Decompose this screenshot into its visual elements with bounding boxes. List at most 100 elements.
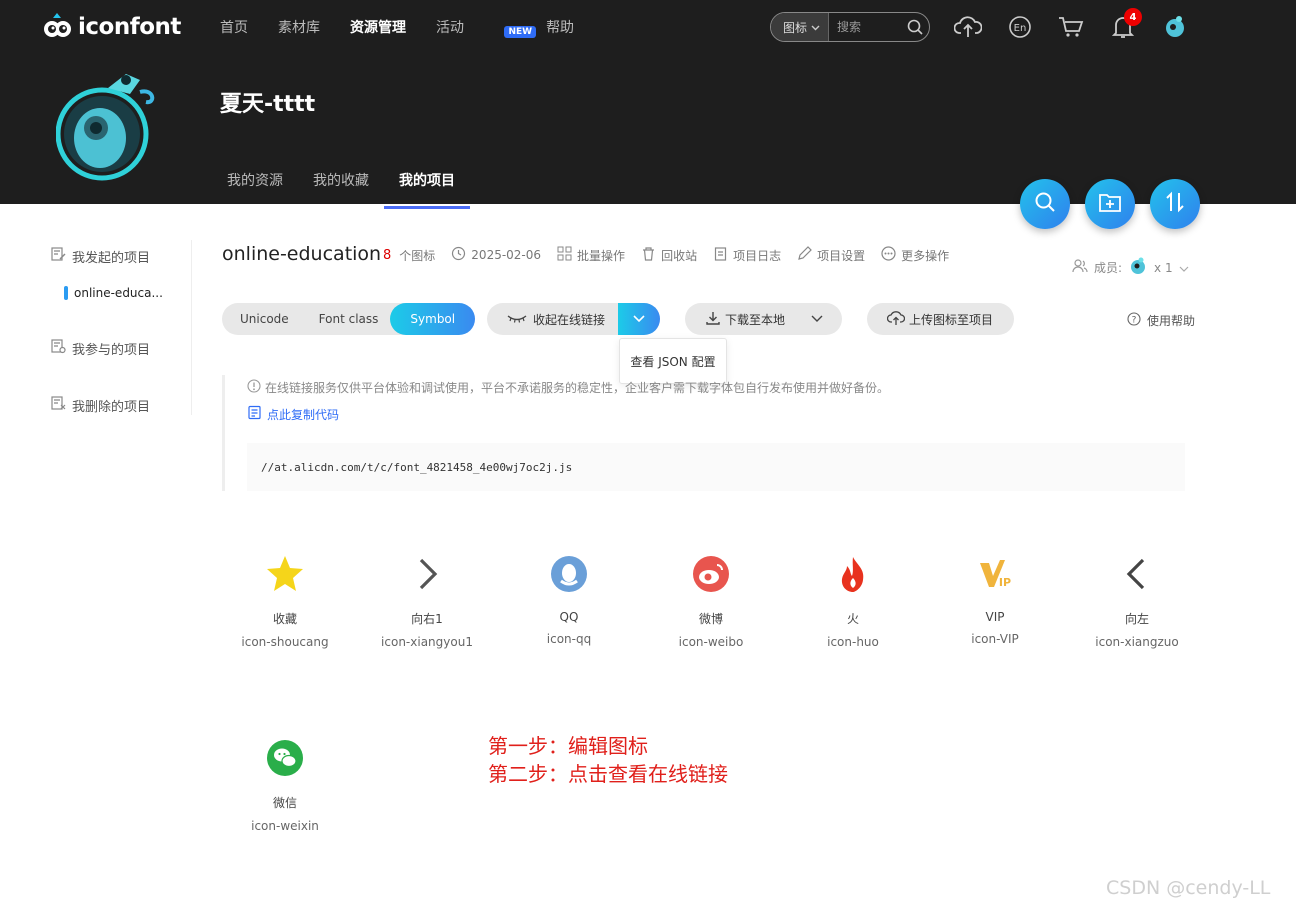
icon-code: icon-huo: [827, 635, 879, 649]
project-date: 2025-02-06: [451, 246, 541, 264]
project-meta: 8 个图标 2025-02-06 批量操作 回收站 项目日志 项目设置 更多操作: [383, 246, 949, 264]
more-actions-button[interactable]: 更多操作: [881, 246, 949, 264]
edit-doc-icon: [50, 246, 66, 266]
search-project-button[interactable]: [1020, 179, 1070, 229]
format-font-class[interactable]: Font class: [307, 303, 391, 335]
project-members[interactable]: 成员: x 1: [1072, 256, 1189, 279]
icon-card-huo[interactable]: 火 icon-huo: [783, 552, 923, 649]
instruction-annotation: 第一步：编辑图标 第二步：点击查看在线链接: [488, 732, 728, 788]
icon-name: 火: [846, 612, 859, 626]
new-project-button[interactable]: [1085, 179, 1135, 229]
icon-code: icon-xiangzuo: [1095, 635, 1179, 649]
format-symbol[interactable]: Symbol: [390, 303, 476, 335]
main-nav: 首页 素材库 资源管理 活动 NEW 帮助: [220, 17, 574, 38]
chevron-left-icon: [1115, 552, 1159, 596]
members-count: x 1: [1154, 260, 1173, 275]
icon-name: QQ: [559, 610, 579, 624]
more-actions-label: 更多操作: [901, 248, 950, 263]
annotation-step2: 第二步：点击查看在线链接: [488, 762, 728, 786]
icon-name: 微信: [272, 796, 297, 810]
svg-text:?: ?: [1132, 316, 1137, 326]
icon-card-qq[interactable]: QQ icon-qq: [499, 552, 639, 646]
wechat-icon: [263, 736, 307, 780]
upload-cloud-icon[interactable]: [953, 12, 983, 42]
usage-help-link[interactable]: ? 使用帮助: [1127, 312, 1195, 329]
nav-home[interactable]: 首页: [220, 17, 248, 37]
icon-code: icon-VIP: [971, 632, 1019, 646]
search-icon[interactable]: [901, 19, 929, 35]
tab-my-favorites[interactable]: 我的收藏: [298, 156, 384, 209]
format-unicode[interactable]: Unicode: [222, 303, 307, 335]
member-avatar: [1128, 256, 1148, 279]
sidebar-joined-projects[interactable]: 我参与的项目: [50, 338, 150, 358]
icon-card-xiangzuo[interactable]: 向左 icon-xiangzuo: [1067, 552, 1207, 649]
star-icon: [263, 552, 307, 596]
members-icon: [1072, 258, 1088, 277]
cart-icon[interactable]: [1056, 12, 1086, 42]
sort-button[interactable]: [1150, 179, 1200, 229]
nav-library[interactable]: 素材库: [278, 17, 320, 37]
notification-bell-icon[interactable]: 4: [1108, 8, 1142, 42]
online-link-group: 收起在线链接: [487, 303, 660, 335]
tab-my-resources[interactable]: 我的资源: [212, 156, 298, 209]
search-input[interactable]: [829, 20, 901, 34]
nav-help[interactable]: 帮助: [546, 17, 574, 37]
question-icon: ?: [1127, 312, 1141, 329]
tab-my-projects[interactable]: 我的项目: [384, 156, 470, 209]
active-indicator: [64, 286, 68, 300]
chevron-down-icon: [811, 312, 823, 326]
icon-card-weibo[interactable]: 微博 icon-weibo: [641, 552, 781, 649]
search-type-label: 图标: [783, 20, 808, 35]
user-avatar[interactable]: [1160, 12, 1190, 42]
sidebar-started-projects[interactable]: 我发起的项目: [50, 246, 150, 266]
upload-to-project-label: 上传图标至项目: [909, 312, 994, 327]
svg-text:En: En: [1014, 23, 1027, 34]
sidebar-deleted-projects[interactable]: 我删除的项目: [50, 395, 150, 415]
copy-code-label: 点此复制代码: [267, 407, 340, 422]
icon-code: icon-qq: [546, 632, 592, 646]
sidebar-started-label: 我发起的项目: [72, 250, 151, 266]
batch-operation-button[interactable]: 批量操作: [557, 246, 625, 264]
nav-resources[interactable]: 资源管理: [350, 17, 406, 37]
sidebar-deleted-label: 我删除的项目: [72, 399, 151, 415]
toggle-online-link-button[interactable]: 收起在线链接: [487, 311, 618, 328]
sidebar-project-label: online-educa...: [74, 286, 163, 300]
top-header: iconfont 首页 素材库 资源管理 活动 NEW 帮助 图标 En 4: [0, 0, 1296, 209]
search-box: 图标: [770, 12, 930, 42]
grid-icon: [557, 246, 572, 264]
online-link-code[interactable]: //at.alicdn.com/t/c/font_4821458_4e00wj7…: [247, 443, 1185, 491]
new-badge: NEW: [504, 26, 537, 38]
chevron-right-icon: [405, 552, 449, 596]
icon-card-xiangyou1[interactable]: 向右1 icon-xiangyou1: [357, 552, 497, 649]
icon-code: icon-weixin: [251, 819, 319, 833]
info-icon: [247, 379, 261, 396]
upload-to-project-button[interactable]: 上传图标至项目: [867, 303, 1014, 335]
search-type-select[interactable]: 图标: [771, 13, 830, 41]
icon-card-vip[interactable]: IP VIP icon-VIP: [925, 552, 1065, 646]
project-log-button[interactable]: 项目日志: [713, 246, 781, 264]
project-settings-button[interactable]: 项目设置: [797, 246, 865, 264]
search-icon: [1034, 191, 1056, 217]
sort-icon: [1164, 191, 1186, 217]
logo[interactable]: iconfont: [42, 12, 181, 42]
online-link-dropdown-toggle[interactable]: [618, 303, 660, 335]
qq-icon: [547, 552, 591, 596]
project-title: online-education: [222, 243, 382, 265]
icon-card-weixin[interactable]: 微信 icon-weixin: [215, 736, 355, 833]
chevron-down-icon: [811, 20, 820, 34]
trash-icon: [641, 246, 656, 264]
nav-activity[interactable]: 活动 NEW: [436, 17, 537, 38]
download-local-button[interactable]: 下载至本地: [685, 303, 842, 335]
sidebar-project-online-education[interactable]: online-educa...: [64, 286, 163, 300]
delete-doc-icon: [50, 395, 66, 415]
folder-add-icon: [1098, 191, 1122, 217]
copy-code-link[interactable]: 点此复制代码: [247, 405, 339, 423]
language-en-icon[interactable]: En: [1005, 12, 1035, 42]
recycle-bin-button[interactable]: 回收站: [641, 246, 697, 264]
icon-card-shoucang[interactable]: 收藏 icon-shoucang: [215, 552, 355, 649]
icon-name: 微博: [698, 612, 723, 626]
icon-name: 收藏: [272, 612, 297, 626]
chevron-down-icon: [633, 312, 645, 326]
members-label: 成员:: [1094, 261, 1123, 275]
copy-doc-icon: [247, 405, 262, 423]
